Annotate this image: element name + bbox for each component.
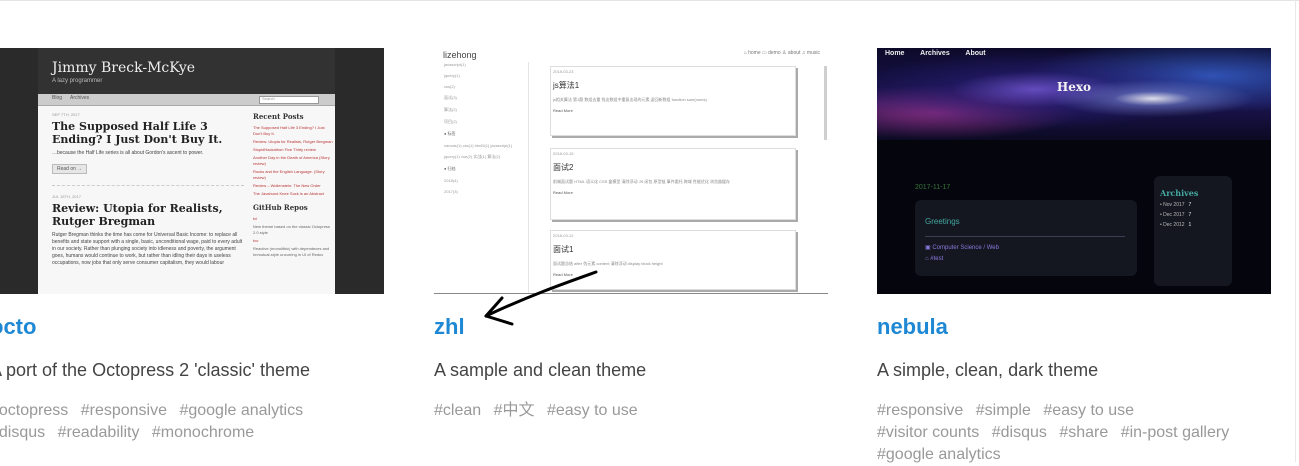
tag-link[interactable]: #visitor counts bbox=[877, 424, 979, 441]
tag-link[interactable]: #share bbox=[1059, 424, 1108, 441]
tag-link[interactable]: #easy to use bbox=[547, 402, 638, 419]
theme-tags: #clean #中文 #easy to use bbox=[434, 400, 824, 422]
preview-post-card: Greetings ▣ Computer Science / Web ⌂ #te… bbox=[915, 200, 1137, 276]
tag-link[interactable]: #simple bbox=[976, 402, 1031, 419]
tag-link[interactable]: #google analytics bbox=[877, 446, 1001, 463]
preview-blog-title: Jimmy Breck-McKye bbox=[52, 60, 196, 76]
theme-description: A port of the Octopress 2 'classic' them… bbox=[0, 360, 311, 380]
preview-nav: Blog Archives Search bbox=[38, 94, 335, 106]
preview-search-box: Search bbox=[259, 96, 319, 104]
preview-nebula-banner bbox=[877, 48, 1271, 140]
preview-nav-item: Blog bbox=[52, 95, 63, 101]
preview-sidebar: Recent Posts The Supposed Half Life 3 En… bbox=[253, 112, 333, 257]
tag-link[interactable]: #responsive bbox=[877, 402, 963, 419]
tag-link[interactable]: #in-post gallery bbox=[1121, 424, 1230, 441]
theme-card-zhl: lizehong ⌂ home ▭ demo ♙ about ♫ music j… bbox=[434, 48, 828, 422]
preview-brand: lizehong bbox=[443, 50, 477, 60]
theme-name-link[interactable]: nebula bbox=[877, 314, 1271, 340]
theme-tags: #responsive #simple #easy to use #visito… bbox=[877, 400, 1267, 466]
preview-post: 2018-03-23 js算法1 js相关算法 第1题 数组去重 找出数组中重复… bbox=[550, 66, 796, 136]
right-edge-divider bbox=[1295, 0, 1296, 462]
preview-posts: SEP 7TH, 2017 The Supposed Half Life 3 E… bbox=[52, 112, 244, 266]
tag-link[interactable]: #responsive bbox=[81, 402, 167, 419]
tag-link[interactable]: #octopress bbox=[0, 402, 68, 419]
theme-card-octo: Jimmy Breck-McKye A lazy programmer Blog… bbox=[0, 48, 384, 444]
preview-read-on-button: Read on → bbox=[52, 164, 88, 174]
tag-link[interactable]: #monochrome bbox=[152, 424, 254, 441]
preview-post-title: The Supposed Half Life 3 Ending? I Just … bbox=[52, 120, 223, 146]
theme-thumbnail-nebula[interactable]: Home Archives About Hexo 2017-11-17 Gree… bbox=[877, 48, 1271, 294]
annotation-arrow-icon bbox=[484, 270, 598, 326]
theme-thumbnail-octo[interactable]: Jimmy Breck-McKye A lazy programmer Blog… bbox=[0, 48, 384, 294]
tag-link[interactable]: #clean bbox=[434, 402, 481, 419]
theme-name-link[interactable]: octo bbox=[0, 314, 384, 340]
tag-link[interactable]: #easy to use bbox=[1043, 402, 1134, 419]
preview-site-title: Hexo bbox=[1056, 80, 1092, 94]
preview-archives: Archives • Nov 2017 7 • Dec 2017 7 • Dec 2… bbox=[1154, 176, 1232, 286]
preview-nav-item: Archives bbox=[70, 95, 90, 101]
preview-nav: ⌂ home ▭ demo ♙ about ♫ music bbox=[743, 50, 820, 56]
theme-card-nebula: Home Archives About Hexo 2017-11-17 Gree… bbox=[877, 48, 1271, 466]
tag-link[interactable]: #中文 bbox=[494, 402, 535, 419]
tag-link[interactable]: #disqus bbox=[0, 424, 45, 441]
theme-description: A simple, clean, dark theme bbox=[877, 360, 1099, 380]
preview-blog-subtitle: A lazy programmer bbox=[52, 78, 103, 84]
preview-scrollbar bbox=[824, 66, 827, 140]
preview-sidebar: javascript(1) jquery(1) css(2) 面试(3) 算法(… bbox=[434, 62, 529, 294]
tag-link[interactable]: #disqus bbox=[992, 424, 1047, 441]
preview-post-title: Review: Utopia for Realists, Rutger Breg… bbox=[52, 202, 223, 228]
preview-post: 2018-03-15 面试2 前端面试题 HTML 语义化 CSS 盒模型 清除… bbox=[550, 148, 796, 220]
top-divider bbox=[0, 0, 1299, 1]
theme-description: A sample and clean theme bbox=[434, 360, 647, 380]
tag-link[interactable]: #google analytics bbox=[179, 402, 303, 419]
theme-thumbnail-zhl[interactable]: lizehong ⌂ home ▭ demo ♙ about ♫ music j… bbox=[434, 48, 828, 294]
theme-tags: #octopress #responsive #google analytics… bbox=[0, 400, 380, 444]
preview-nav: Home Archives About bbox=[885, 50, 986, 57]
tag-link[interactable]: #readability bbox=[58, 424, 140, 441]
